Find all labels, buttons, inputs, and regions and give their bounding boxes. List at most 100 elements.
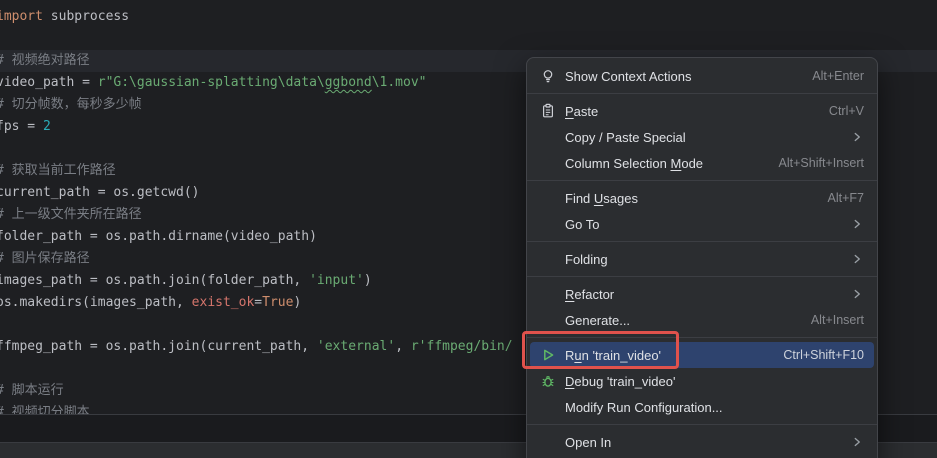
menu-item-shortcut: Alt+Enter — [812, 69, 864, 83]
code-token: video_path = — [0, 75, 98, 90]
menu-item-show-context-actions[interactable]: Show Context Actions Alt+Enter — [530, 63, 874, 89]
menu-item-refactor[interactable]: Refactor — [530, 281, 874, 307]
chevron-right-icon — [850, 435, 864, 449]
menu-item-shortcut: Alt+F7 — [828, 191, 864, 205]
editor-context-menu: Show Context Actions Alt+Enter Paste Ctrl+V… — [526, 57, 878, 458]
code-token: = — [254, 295, 262, 310]
code-token: \1.mov" — [372, 75, 427, 90]
code-token: fps = — [0, 119, 43, 134]
no-icon — [539, 286, 557, 302]
menu-item-shortcut: Alt+Insert — [811, 313, 864, 327]
code-line: fps = 2 — [0, 116, 513, 138]
code-token: folder_path = os.path.dirname(video_path… — [0, 229, 317, 244]
code-token: # 获取当前工作路径 — [0, 163, 116, 178]
code-lines: import subprocess # 视频绝对路径 video_path = r… — [0, 6, 513, 414]
code-line — [0, 138, 513, 160]
no-icon — [539, 216, 557, 232]
menu-item-folding[interactable]: Folding — [530, 246, 874, 272]
menu-item-debug[interactable]: Debug 'train_video' — [530, 368, 874, 394]
code-token: r'ffmpeg/bin/ — [411, 339, 513, 354]
code-line: current_path = os.getcwd() — [0, 182, 513, 204]
no-icon — [539, 434, 557, 450]
menu-item-label: Go To — [565, 217, 599, 232]
code-token: True — [262, 295, 293, 310]
code-line: # 视频绝对路径 — [0, 50, 513, 72]
code-line: images_path = os.path.join(folder_path, … — [0, 270, 513, 292]
chevron-right-icon — [850, 130, 864, 144]
code-token: , — [395, 339, 411, 354]
menu-item-generate[interactable]: Generate... Alt+Insert — [530, 307, 874, 333]
code-line — [0, 314, 513, 336]
clipboard-icon — [539, 103, 557, 119]
code-token: # 视频切分脚本 — [0, 405, 90, 414]
code-line: # 获取当前工作路径 — [0, 160, 513, 182]
code-line — [0, 358, 513, 380]
code-token: # 视频绝对路径 — [0, 53, 90, 68]
no-icon — [539, 399, 557, 415]
code-line: ffmpeg_path = os.path.join(current_path,… — [0, 336, 513, 358]
menu-item-shortcut: Alt+Shift+Insert — [779, 156, 864, 170]
run-icon — [539, 347, 557, 363]
menu-item-modify-run-configuration[interactable]: Modify Run Configuration... — [530, 394, 874, 420]
menu-item-copy-paste-special[interactable]: Copy / Paste Special — [530, 124, 874, 150]
clipped-code-line: import os — [0, 0, 66, 4]
ide-screen: import os import subprocess # 视频绝对路径 vide… — [0, 0, 937, 458]
menu-item-label: Modify Run Configuration... — [565, 400, 723, 415]
menu-item-label: Refactor — [565, 287, 614, 302]
menu-item-label: Open In — [565, 435, 611, 450]
code-token: # 脚本运行 — [0, 383, 64, 398]
menu-item-label: Show Context Actions — [565, 69, 691, 84]
menu-item-shortcut: Ctrl+Shift+F10 — [783, 348, 864, 362]
menu-item-label: Run 'train_video' — [565, 348, 661, 363]
menu-separator — [527, 276, 877, 277]
menu-item-paste[interactable]: Paste Ctrl+V — [530, 98, 874, 124]
menu-separator — [527, 241, 877, 242]
typo-wavy-underline-token: ggbond — [325, 75, 372, 90]
code-token: import — [0, 9, 43, 24]
menu-item-label: Debug 'train_video' — [565, 374, 675, 389]
no-icon — [539, 129, 557, 145]
code-token: 2 — [43, 119, 51, 134]
code-token: subprocess — [43, 9, 129, 24]
lightbulb-icon — [539, 68, 557, 84]
code-line: # 视频切分脚本 — [0, 402, 513, 414]
code-token: exist_ok — [192, 295, 255, 310]
menu-item-open-in[interactable]: Open In — [530, 429, 874, 455]
menu-item-column-selection-mode[interactable]: Column Selection ModeAlt+Shift+Insert — [530, 150, 874, 176]
code-token: 'external' — [317, 339, 395, 354]
code-token: ) — [364, 273, 372, 288]
menu-item-label: Copy / Paste Special — [565, 130, 686, 145]
chevron-right-icon — [850, 217, 864, 231]
menu-separator — [527, 424, 877, 425]
menu-item-find-usages[interactable]: Find Usages Alt+F7 — [530, 185, 874, 211]
menu-separator — [527, 93, 877, 94]
menu-item-go-to[interactable]: Go To — [530, 211, 874, 237]
code-line: # 脚本运行 — [0, 380, 513, 402]
code-token: images_path = os.path.join(folder_path, — [0, 273, 309, 288]
code-token: ffmpeg_path = os.path.join(current_path, — [0, 339, 317, 354]
code-token: # 上一级文件夹所在路径 — [0, 207, 142, 222]
chevron-right-icon — [850, 287, 864, 301]
no-icon — [539, 155, 557, 171]
code-line: # 切分帧数，每秒多少帧 — [0, 94, 513, 116]
code-token: ) — [293, 295, 301, 310]
menu-item-label: Generate... — [565, 313, 630, 328]
code-line — [0, 28, 513, 50]
debug-icon — [539, 373, 557, 389]
code-token: r"G:\gaussian-splatting\data\ — [98, 75, 325, 90]
code-line: # 上一级文件夹所在路径 — [0, 204, 513, 226]
menu-item-shortcut: Ctrl+V — [829, 104, 864, 118]
code-token: # 图片保存路径 — [0, 251, 90, 266]
menu-item-label: Folding — [565, 252, 608, 267]
no-icon — [539, 190, 557, 206]
chevron-right-icon — [850, 252, 864, 266]
code-token: 'input' — [309, 273, 364, 288]
menu-item-run[interactable]: Run 'train_video' Ctrl+Shift+F10 — [530, 342, 874, 368]
code-line: os.makedirs(images_path, exist_ok=True) — [0, 292, 513, 314]
code-line: folder_path = os.path.dirname(video_path… — [0, 226, 513, 248]
menu-item-label: Find Usages — [565, 191, 638, 206]
code-line: # 图片保存路径 — [0, 248, 513, 270]
code-token: os.makedirs(images_path, — [0, 295, 192, 310]
no-icon — [539, 251, 557, 267]
menu-item-label: Paste — [565, 104, 598, 119]
